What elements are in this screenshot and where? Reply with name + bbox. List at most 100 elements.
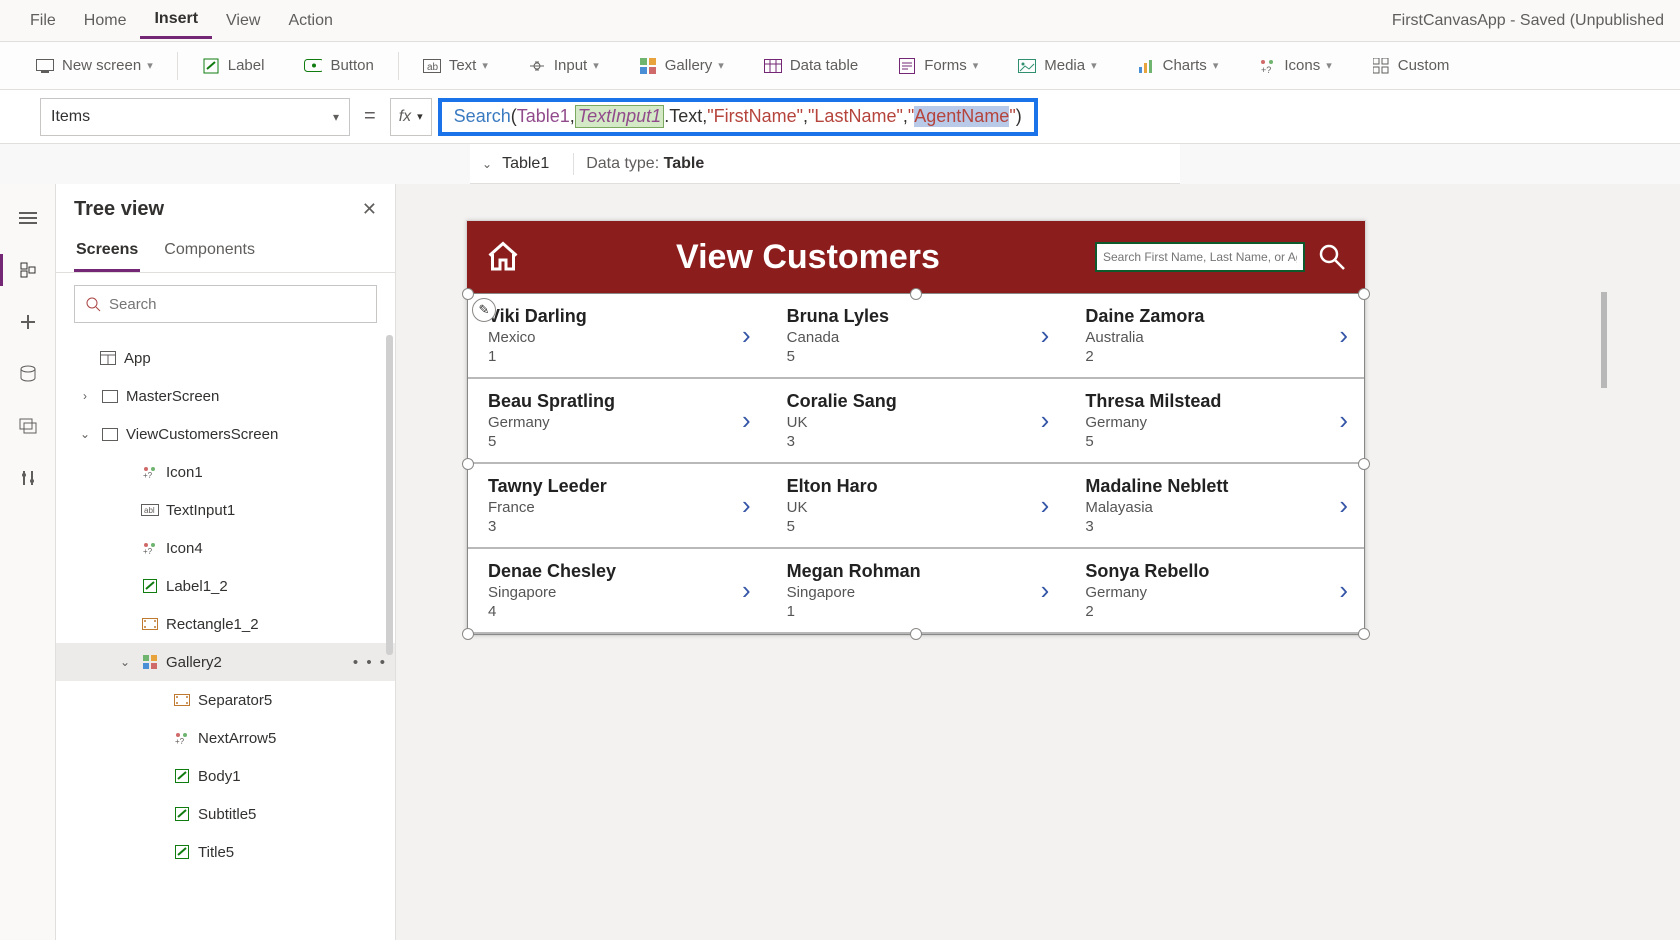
fx-button[interactable]: fx▾ [390, 98, 432, 136]
resize-handle[interactable] [910, 628, 922, 640]
hamburger-icon[interactable] [8, 198, 48, 238]
chevron-right-icon[interactable]: › [742, 320, 761, 351]
menu-home[interactable]: Home [70, 4, 141, 38]
more-icon[interactable]: • • • [353, 654, 387, 671]
gallery-dropdown[interactable]: Gallery▾ [629, 51, 734, 81]
media-dropdown[interactable]: Media▾ [1008, 51, 1106, 81]
tree-node-title5[interactable]: Title5 [56, 833, 395, 871]
forms-dropdown[interactable]: Forms▾ [888, 51, 988, 81]
tab-components[interactable]: Components [162, 233, 257, 272]
list-item[interactable]: Elton HaroUK5› [767, 464, 1066, 547]
list-item[interactable]: Madaline NeblettMalayasia3› [1065, 464, 1364, 547]
property-dropdown[interactable]: Items▾ [40, 98, 350, 136]
tree-node-textinput1[interactable]: ablTextInput1 [56, 491, 395, 529]
item-subtitle: Malayasia [1085, 499, 1228, 516]
tree-node-app[interactable]: App [56, 339, 395, 377]
resize-handle[interactable] [1358, 458, 1370, 470]
charts-dropdown[interactable]: Charts▾ [1127, 51, 1229, 81]
list-item[interactable]: Daine ZamoraAustralia2› [1065, 294, 1364, 377]
menu-view[interactable]: View [212, 4, 274, 38]
list-item[interactable]: Thresa MilsteadGermany5› [1065, 379, 1364, 462]
menu-insert[interactable]: Insert [140, 2, 212, 39]
list-item[interactable]: Denae ChesleySingapore4› [468, 549, 767, 632]
node-icon [172, 807, 192, 821]
chevron-right-icon[interactable]: › [1339, 575, 1358, 606]
svg-text:ab: ab [427, 62, 439, 73]
input-dropdown[interactable]: Input▾ [518, 51, 609, 81]
canvas[interactable]: View Customers ✎ Viki DarlingMexico1›Bru… [396, 184, 1680, 940]
list-item[interactable]: Beau SpratlingGermany5› [468, 379, 767, 462]
gallery-control[interactable]: ✎ Viki DarlingMexico1›Bruna LylesCanada5… [467, 293, 1365, 635]
chevron-right-icon[interactable]: › [1041, 405, 1060, 436]
node-label: Separator5 [198, 692, 272, 709]
chevron-right-icon[interactable]: › [1339, 490, 1358, 521]
tree-view-icon[interactable] [8, 250, 48, 290]
chevron-right-icon[interactable]: › [1339, 405, 1358, 436]
item-body: 5 [488, 433, 615, 450]
resize-handle[interactable] [462, 288, 474, 300]
tree-node-subtitle5[interactable]: Subtitle5 [56, 795, 395, 833]
item-subtitle: Singapore [787, 584, 921, 601]
icons-dropdown[interactable]: +? Icons▾ [1248, 51, 1341, 81]
pencil-icon[interactable]: ✎ [472, 298, 496, 322]
menu-file[interactable]: File [16, 4, 70, 38]
new-screen-button[interactable]: New screen▾ [26, 51, 163, 81]
tools-icon[interactable] [8, 458, 48, 498]
home-icon[interactable] [485, 239, 521, 275]
resize-handle[interactable] [462, 458, 474, 470]
intellisense-item: Table1 [502, 155, 549, 173]
data-table-button[interactable]: Data table [754, 51, 868, 81]
tree-body: App›MasterScreen⌄ViewCustomersScreen+?Ic… [56, 335, 395, 940]
resize-handle[interactable] [1358, 628, 1370, 640]
text-dropdown[interactable]: ab Text▾ [413, 51, 498, 81]
chevron-right-icon[interactable]: › [1041, 575, 1060, 606]
chevron-right-icon[interactable]: › [1339, 320, 1358, 351]
custom-button[interactable]: Custom [1362, 51, 1460, 81]
list-item[interactable]: Bruna LylesCanada5› [767, 294, 1066, 377]
tree-node-nextarrow5[interactable]: +?NextArrow5 [56, 719, 395, 757]
button-button[interactable]: Button [294, 51, 383, 81]
divider [177, 52, 178, 80]
tree-node-rectangle1_2[interactable]: Rectangle1_2 [56, 605, 395, 643]
media-rail-icon[interactable] [8, 406, 48, 446]
formula-input[interactable]: Search(Table1, TextInput1.Text, "FirstNa… [438, 98, 1038, 136]
chevron-right-icon[interactable]: › [1041, 490, 1060, 521]
scrollbar[interactable] [1601, 292, 1607, 388]
menu-action[interactable]: Action [274, 4, 346, 38]
list-item[interactable]: Viki DarlingMexico1› [468, 294, 767, 377]
resize-handle[interactable] [910, 288, 922, 300]
chevron-right-icon[interactable]: › [1041, 320, 1060, 351]
list-item[interactable]: Megan RohmanSingapore1› [767, 549, 1066, 632]
tree-node-separator5[interactable]: Separator5 [56, 681, 395, 719]
close-icon[interactable]: ✕ [362, 199, 377, 220]
insert-icon[interactable] [8, 302, 48, 342]
chevron-right-icon[interactable]: › [742, 490, 761, 521]
chevron-down-icon: ▾ [1326, 59, 1332, 72]
tree-search-input[interactable] [109, 296, 366, 313]
list-item[interactable]: Sonya RebelloGermany2› [1065, 549, 1364, 632]
search-input[interactable] [1095, 242, 1305, 272]
tree-node-icon1[interactable]: +?Icon1 [56, 453, 395, 491]
resize-handle[interactable] [462, 628, 474, 640]
tree-node-viewcustomersscreen[interactable]: ⌄ViewCustomersScreen [56, 415, 395, 453]
search-icon[interactable] [1317, 242, 1347, 272]
resize-handle[interactable] [1358, 288, 1370, 300]
tree-node-body1[interactable]: Body1 [56, 757, 395, 795]
tree-search[interactable] [74, 285, 377, 323]
twisty-icon: ⌄ [76, 427, 94, 441]
tree-node-gallery2[interactable]: ⌄Gallery2• • • [56, 643, 395, 681]
list-item[interactable]: Tawny LeederFrance3› [468, 464, 767, 547]
list-item[interactable]: Coralie SangUK3› [767, 379, 1066, 462]
item-body: 2 [1085, 348, 1204, 365]
text-icon: ab [423, 57, 441, 75]
tree-node-masterscreen[interactable]: ›MasterScreen [56, 377, 395, 415]
tree-node-icon4[interactable]: +?Icon4 [56, 529, 395, 567]
label-button[interactable]: Label [192, 51, 275, 81]
chevron-right-icon[interactable]: › [742, 405, 761, 436]
chevron-right-icon[interactable]: › [742, 575, 761, 606]
app-header: View Customers [467, 221, 1365, 293]
tab-screens[interactable]: Screens [74, 233, 140, 272]
data-icon[interactable] [8, 354, 48, 394]
intellisense-bar[interactable]: ⌄ Table1 Data type: Table [470, 144, 1180, 184]
tree-node-label1_2[interactable]: Label1_2 [56, 567, 395, 605]
